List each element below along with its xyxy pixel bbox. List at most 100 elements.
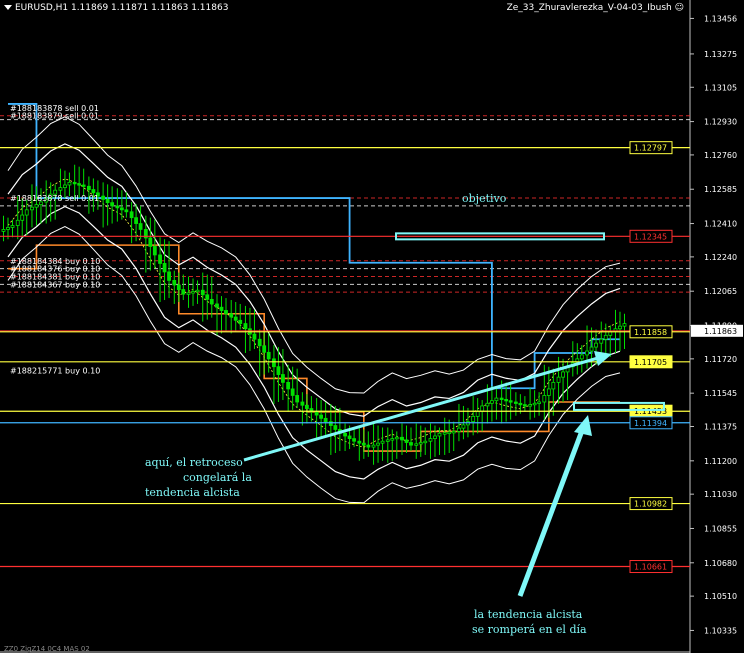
candle-body [105,198,110,204]
candle-body [428,438,433,442]
candle-body [333,425,338,430]
candle-body [63,184,67,188]
y-tick-label: 1.11720 [704,355,737,364]
candle-body [58,187,63,191]
bollinger-lower-band [7,205,621,480]
candle-body [622,323,627,327]
breakdown-arrowhead [574,415,592,436]
candle-body [314,411,319,416]
candle-body [181,289,186,295]
candle-body [532,402,537,406]
candle-body [124,209,129,213]
candle-body [347,435,352,440]
candle-body [508,400,513,403]
candle-body [152,246,157,256]
candle-body [513,401,518,404]
candle-body [404,439,409,443]
price-level-label: 1.12797 [634,144,667,153]
candle-body [134,217,138,224]
y-tick-label: 1.13456 [704,14,737,23]
candle-body [546,388,551,396]
target-annotation: objetivo [462,192,507,205]
breakdown-arrow [517,427,586,597]
candle-body [551,381,556,390]
candle-body [252,333,257,340]
candle-body [371,444,376,448]
y-tick-label: 1.12585 [704,185,737,194]
candle-body [286,381,291,390]
y-tick-label: 1.10335 [704,626,737,635]
candle-body [414,443,419,446]
y-tick-label: 1.11030 [704,490,737,499]
candle-body [148,237,153,247]
candle-body [167,271,171,281]
candle-body [300,401,305,406]
candle-body [34,204,39,208]
candle-body [447,431,452,434]
candle-body [110,202,115,207]
candle-body [209,298,214,305]
candle-body [485,402,490,407]
candle-body [409,442,413,446]
candle-body [594,342,598,348]
retracement-annotation: aquí, el retroceso [145,456,243,469]
candle-body [542,395,547,403]
candle-body [480,405,485,412]
candle-body [357,440,362,444]
price-level-label: 1.11858 [634,328,667,337]
candle-body [276,366,281,375]
candle-body [215,303,219,308]
candle-body [561,371,565,378]
candle-body [172,280,177,286]
candle-body [6,227,10,230]
price-level-label: 1.12345 [634,232,667,241]
candle-body [158,254,162,264]
candle-body [461,424,466,429]
order-label: #188184367 buy 0.10 [10,280,100,289]
price-level-label: 1.11394 [634,419,667,428]
candle-body [186,292,191,295]
candle-body [219,306,224,311]
price-level-label: 1.11705 [634,358,667,367]
candle-body [522,404,527,407]
outer-upper-band [7,116,621,394]
candle-body [262,345,267,353]
candle-body [176,284,181,290]
candle-body [394,436,399,440]
candle-body [229,313,234,318]
candle-body [281,374,285,383]
candle-body [579,354,584,360]
candle-body [272,358,276,368]
candle-body [451,431,456,434]
candle-body [589,346,594,352]
candle-body [442,432,447,435]
y-tick-label: 1.12760 [704,151,737,160]
candle-body [385,439,390,442]
candle-body [101,195,106,200]
breakdown-annotation: la tendencia alcista [474,608,583,621]
price-chart[interactable]: 1.13456 1.13275 1.13105 1.12930 1.12760 1.125… [0,0,744,653]
candle-body [162,263,167,273]
candle-body [319,414,324,419]
candle-body [115,205,120,209]
candle-body [86,185,91,190]
candle-body [418,442,423,445]
candle-body [376,442,380,446]
candle-body [77,183,82,186]
candle-body [471,415,476,423]
order-label: #188215771 buy 0.10 [10,367,100,376]
candle-body [119,207,124,211]
y-tick-label: 1.11375 [704,423,737,432]
retracement-annotation: congelará la [183,471,252,484]
candle-body [257,338,262,347]
candle-body [138,223,143,230]
candle-body [238,319,243,324]
candle-body [24,209,29,216]
candle-body [323,417,328,423]
candle-body [200,289,205,296]
order-label: #188183878 sell 0.01 [10,194,99,203]
candle-body [295,395,300,403]
y-tick-label: 1.13275 [704,50,737,59]
candle-body [599,338,604,344]
y-tick-label: 1.11200 [704,457,737,466]
